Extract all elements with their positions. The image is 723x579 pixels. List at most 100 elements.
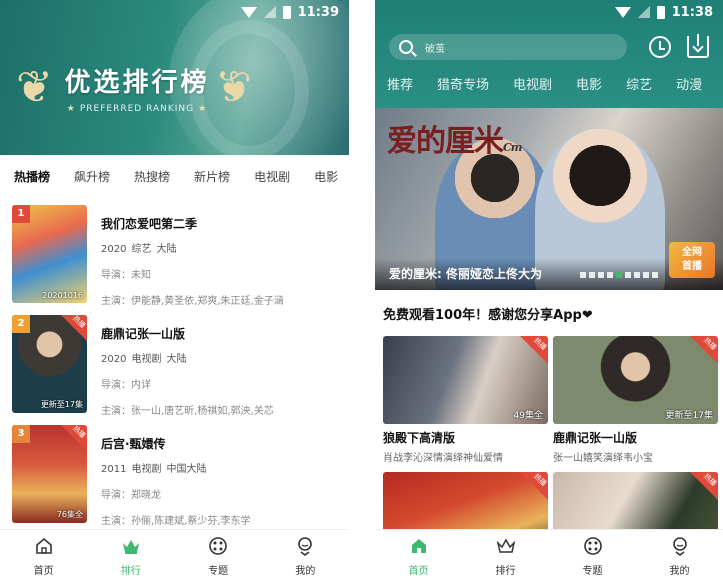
item-meta: 2011 电视剧 中国大陆	[101, 464, 207, 475]
ranking-screen: ❦ ❦ 优选排行榜 ★ PREFERRED RANKING ★ 11:39 热播榜 …	[0, 0, 349, 579]
list-item[interactable]: 3 热播 76集全 后宫·甄嬛传 2011 电视剧 中国大陆 导演：郑晓龙 主演：孙…	[0, 420, 349, 530]
pagination-dot[interactable]	[589, 272, 595, 278]
item-title: 我们恋爱吧第二季	[101, 217, 198, 231]
nav-topic[interactable]: 专题	[549, 530, 636, 579]
search-icon	[399, 40, 413, 54]
ranking-title: 优选排行榜	[64, 68, 210, 98]
search-placeholder: 破茧	[425, 43, 445, 55]
card-title: 狼殿下高清版	[383, 431, 456, 445]
battery-icon	[656, 5, 665, 19]
rank-badge: 1	[12, 205, 30, 223]
category-tabs: 推荐 猎奇专场 电视剧 电影 综艺 动漫	[387, 74, 723, 93]
pagination-dot[interactable]	[625, 272, 631, 278]
episode-label: 20201016	[42, 291, 83, 300]
nav-profile[interactable]: 我的	[636, 530, 723, 579]
section-title: 免费观看100年！感谢您分享App❤	[383, 308, 593, 323]
wifi-icon	[240, 6, 257, 18]
poster-image: 1 20201016	[12, 205, 87, 303]
ranking-subtitle: ★ PREFERRED RANKING ★	[66, 104, 208, 114]
home-icon	[35, 537, 52, 554]
tab-movie[interactable]: 电影	[314, 163, 338, 191]
topic-icon	[209, 537, 227, 555]
crown-icon	[122, 540, 139, 554]
list-item[interactable]: 2 热播 更新至17集 鹿鼎记张一山版 2020 电视剧 大陆 导演：内详 主演：张…	[0, 310, 349, 420]
history-icon[interactable]	[649, 36, 671, 58]
tab-tv-series[interactable]: 电视剧	[513, 74, 552, 93]
item-meta: 2020 综艺 大陆	[101, 244, 177, 255]
episode-label: 76集全	[56, 510, 83, 519]
laurel-right-icon: ❦	[215, 62, 252, 113]
tab-hot[interactable]: 热播榜	[14, 163, 50, 191]
pagination-dot[interactable]	[598, 272, 604, 278]
premiere-badge: 全网 首播	[669, 242, 715, 278]
status-time: 11:38	[671, 4, 713, 20]
item-cast: 主演：孙俪,陈建斌,蔡少芬,李东学	[101, 516, 251, 527]
status-time: 11:39	[297, 4, 339, 20]
tab-trending-search[interactable]: 热搜榜	[134, 163, 170, 191]
home-icon	[411, 539, 426, 553]
card-subtitle: 张一山嬉笑演绎韦小宝	[553, 453, 653, 464]
banner-pagination	[580, 272, 658, 278]
ranking-list: 1 20201016 我们恋爱吧第二季 2020 综艺 大陆 导演：未知 主演：伊能…	[0, 200, 349, 530]
video-card[interactable]: 热播 49集全 狼殿下高清版 肖战李沁深情演绎神仙爱情	[383, 336, 548, 464]
poster-image: 3 热播 76集全	[12, 425, 87, 523]
wifi-icon	[614, 6, 631, 18]
download-icon[interactable]	[687, 34, 709, 58]
status-bar: 11:38	[375, 0, 723, 24]
heart-icon: ❤	[581, 308, 593, 323]
topic-icon	[583, 537, 602, 555]
nav-home[interactable]: 首页	[0, 530, 87, 579]
tab-rising[interactable]: 飙升榜	[74, 163, 110, 191]
video-card[interactable]: 热播 更新至17集 鹿鼎记张一山版 张一山嬉笑演绎韦小宝	[553, 336, 718, 464]
ranking-tabs: 热播榜 飙升榜 热搜榜 新片榜 电视剧 电影	[0, 163, 349, 191]
home-screen: 破茧 推荐 猎奇专场 电视剧 电影 综艺 动漫 11:38 爱的厘米Cm 爱的厘…	[375, 0, 723, 579]
tab-curiosity[interactable]: 猎奇专场	[437, 74, 489, 93]
tab-variety[interactable]: 综艺	[626, 74, 652, 93]
tab-new[interactable]: 新片榜	[194, 163, 230, 191]
item-director: 导演：郑晓龙	[101, 490, 161, 501]
tab-recommend[interactable]: 推荐	[387, 74, 413, 93]
episode-label: 更新至17集	[665, 411, 713, 421]
banner-logo: 爱的厘米Cm	[387, 124, 522, 159]
signal-icon	[263, 6, 276, 18]
nav-ranking[interactable]: 排行	[87, 530, 174, 579]
pagination-dot[interactable]	[607, 272, 613, 278]
item-title: 鹿鼎记张一山版	[101, 327, 186, 341]
tab-tv-series[interactable]: 电视剧	[254, 163, 290, 191]
item-title: 后宫·甄嬛传	[101, 437, 166, 451]
episode-label: 更新至17集	[40, 400, 83, 409]
bottom-nav: 首页 排行 专题 我的	[0, 529, 349, 579]
signal-icon	[637, 6, 650, 18]
pagination-dot[interactable]	[634, 272, 640, 278]
item-cast: 主演：张一山,唐艺昕,杨祺如,郭泱,关芯	[101, 406, 274, 417]
banner-caption: 爱的厘米: 佟丽娅恋上佟大为	[389, 267, 542, 281]
tab-anime[interactable]: 动漫	[676, 74, 702, 93]
bottom-nav: 首页 排行 专题 我的	[375, 529, 723, 579]
item-cast: 主演：伊能静,黄圣依,郑爽,朱正廷,金子涵	[101, 296, 284, 307]
pagination-dot[interactable]	[652, 272, 658, 278]
hero-banner[interactable]: 爱的厘米Cm 爱的厘米: 佟丽娅恋上佟大为 全网 首播	[375, 108, 723, 290]
nav-topic[interactable]: 专题	[175, 530, 262, 579]
item-director: 导演：内详	[101, 380, 151, 391]
nav-profile[interactable]: 我的	[262, 530, 349, 579]
card-title: 鹿鼎记张一山版	[553, 431, 638, 445]
search-input[interactable]: 破茧	[389, 34, 627, 60]
battery-icon	[282, 5, 291, 19]
item-director: 导演：未知	[101, 270, 151, 281]
crown-icon	[496, 538, 515, 553]
tab-movie[interactable]: 电影	[576, 74, 602, 93]
item-meta: 2020 电视剧 大陆	[101, 354, 187, 365]
list-item[interactable]: 1 20201016 我们恋爱吧第二季 2020 综艺 大陆 导演：未知 主演：伊能…	[0, 200, 349, 310]
profile-icon	[298, 537, 313, 556]
card-thumbnail: 热播 49集全	[383, 336, 548, 424]
nav-home[interactable]: 首页	[375, 530, 462, 579]
pagination-dot[interactable]	[580, 272, 586, 278]
laurel-left-icon: ❦	[16, 62, 53, 113]
episode-label: 49集全	[513, 411, 543, 421]
poster-image: 2 热播 更新至17集	[12, 315, 87, 413]
pagination-dot[interactable]	[616, 272, 622, 278]
pagination-dot[interactable]	[643, 272, 649, 278]
card-subtitle: 肖战李沁深情演绎神仙爱情	[383, 453, 503, 464]
profile-icon	[672, 537, 687, 556]
nav-ranking[interactable]: 排行	[462, 530, 549, 579]
